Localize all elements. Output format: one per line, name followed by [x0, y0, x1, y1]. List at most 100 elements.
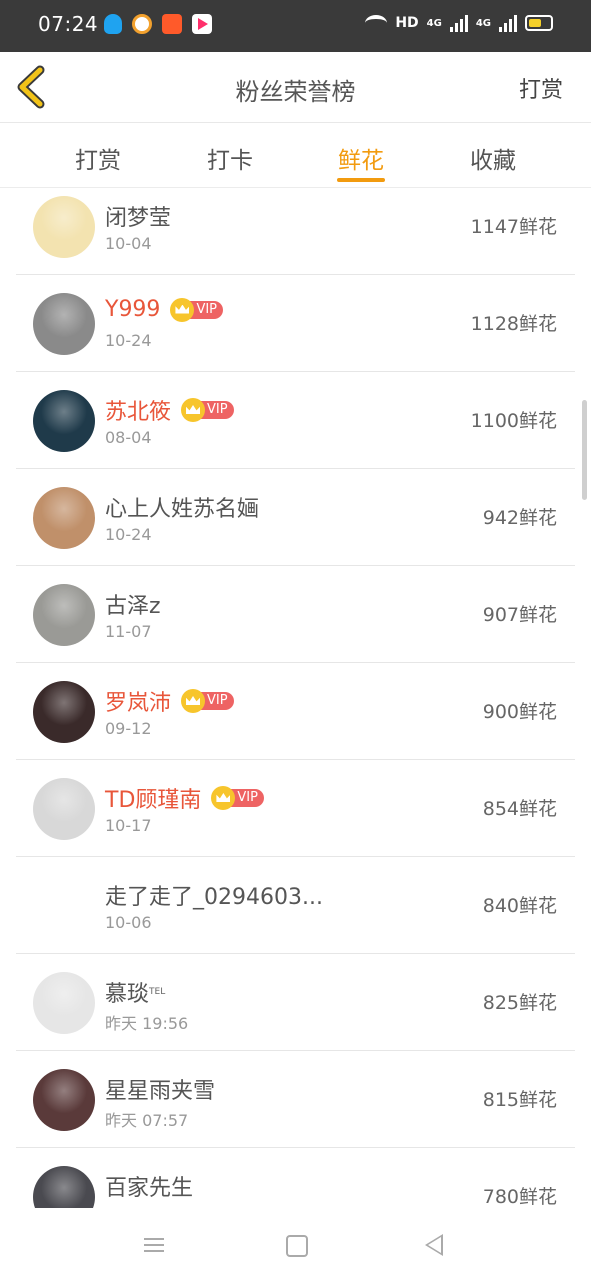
system-indicators: HD 4G 4G	[365, 14, 553, 32]
qq-icon	[104, 14, 122, 34]
date-label: 09-12	[105, 719, 152, 738]
date-label: 08-04	[105, 428, 152, 447]
list-item[interactable]: TD顾瑾南 VIP 10-17 854鲜花	[16, 760, 575, 857]
tab-favorites[interactable]: 收藏	[453, 141, 533, 175]
page-title: 粉丝荣誉榜	[235, 78, 356, 106]
avatar[interactable]	[33, 972, 95, 1034]
vip-badge: VIP	[170, 297, 224, 322]
name-line: 心上人姓苏名婳	[105, 491, 259, 523]
avatar[interactable]	[33, 1069, 95, 1131]
list-item[interactable]: 走了走了_0294603... 10-06 840鲜花	[16, 857, 575, 954]
notification-icons	[104, 14, 212, 34]
tab-flowers[interactable]: 鲜花	[321, 141, 401, 175]
user-name[interactable]: 星星雨夹雪	[105, 1073, 215, 1105]
avatar[interactable]	[33, 293, 95, 355]
crown-icon	[181, 689, 206, 713]
scrollbar[interactable]	[582, 400, 587, 500]
user-name[interactable]: Y999	[105, 297, 160, 322]
wifi-icon	[365, 15, 388, 31]
user-name[interactable]: 闭梦莹	[105, 200, 171, 232]
signal-icon-2	[499, 14, 517, 32]
flower-count: 907鲜花	[482, 604, 557, 626]
name-superscript: TEL	[149, 987, 166, 997]
name-line: 闭梦莹	[105, 200, 171, 232]
name-line: TD顾瑾南 VIP	[105, 782, 264, 814]
list-item[interactable]: 星星雨夹雪昨天 07:57 815鲜花	[16, 1051, 575, 1148]
battery-icon	[525, 15, 553, 31]
flower-count: 900鲜花	[482, 701, 557, 723]
menu-icon[interactable]	[144, 1238, 164, 1252]
user-name[interactable]: 罗岚沛	[105, 685, 171, 717]
name-line: 罗岚沛 VIP	[105, 685, 234, 717]
flower-count: 1147鲜花	[470, 216, 557, 238]
flower-count: 780鲜花	[482, 1186, 557, 1208]
system-nav-bar	[0, 1208, 591, 1280]
user-name[interactable]: 走了走了_0294603...	[105, 879, 323, 911]
tab-checkin[interactable]: 打卡	[190, 141, 270, 175]
back-triangle-icon[interactable]	[425, 1234, 443, 1256]
crown-icon	[170, 297, 195, 322]
avatar[interactable]	[33, 1166, 95, 1208]
flower-count: 815鲜花	[482, 1089, 557, 1111]
date-label: 10-06	[105, 913, 152, 932]
flower-count: 840鲜花	[482, 895, 557, 917]
list-item[interactable]: 苏北筱 VIP 08-04 1100鲜花	[16, 372, 575, 469]
name-line: 百家先生	[105, 1170, 193, 1202]
name-line: 苏北筱 VIP	[105, 394, 234, 426]
name-line: 星星雨夹雪	[105, 1073, 215, 1105]
flower-count: 854鲜花	[482, 798, 557, 820]
date-label: 10-24	[105, 525, 152, 544]
avatar[interactable]	[33, 584, 95, 646]
app-header: 粉丝荣誉榜 打赏	[0, 52, 591, 123]
home-icon[interactable]	[286, 1235, 308, 1257]
date-label: 昨天 07:57	[105, 1111, 189, 1130]
tab-bar: 打赏 打卡 鲜花 收藏	[0, 123, 591, 188]
list-item[interactable]: 闭梦莹 10-04 1147鲜花	[16, 188, 575, 275]
user-name[interactable]: 百家先生	[105, 1170, 193, 1202]
date-label: 10-17	[105, 816, 152, 835]
name-line: 慕琰 TEL	[105, 976, 165, 1008]
user-name[interactable]: 心上人姓苏名婳	[105, 491, 259, 523]
list-item[interactable]: 古泽z 11-07 907鲜花	[16, 566, 575, 663]
avatar[interactable]	[33, 681, 95, 743]
date-label: 昨天 19:56	[105, 1014, 189, 1033]
avatar[interactable]	[33, 196, 95, 258]
flower-count: 825鲜花	[482, 992, 557, 1014]
app-notification-icon	[162, 14, 182, 34]
list-item[interactable]: 慕琰 TEL 昨天 19:56 825鲜花	[16, 954, 575, 1051]
tab-reward[interactable]: 打赏	[58, 141, 138, 175]
active-tab-indicator	[337, 178, 385, 182]
user-name[interactable]: TD顾瑾南	[105, 782, 201, 814]
status-bar: 07:24 HD 4G 4G	[0, 0, 591, 52]
date-label: 10-24	[105, 331, 152, 350]
browser-icon	[132, 14, 152, 34]
fan-ranking-list: 闭梦莹 10-04 1147鲜花 Y999 VIP 10-24 1128鲜花 苏北筱 VIP 08…	[0, 188, 591, 1208]
avatar[interactable]	[33, 875, 95, 937]
list-item[interactable]: 心上人姓苏名婳 10-24 942鲜花	[16, 469, 575, 566]
flower-count: 942鲜花	[482, 507, 557, 529]
crown-icon	[181, 398, 206, 422]
status-time: 07:24	[38, 12, 99, 36]
flower-count: 1100鲜花	[470, 410, 557, 432]
list-item[interactable]: 百家先生 780鲜花	[16, 1148, 575, 1208]
avatar[interactable]	[33, 390, 95, 452]
reward-button[interactable]: 打赏	[519, 72, 563, 104]
network-label-2: 4G	[475, 17, 491, 29]
user-name[interactable]: 苏北筱	[105, 394, 171, 426]
list-item[interactable]: 罗岚沛 VIP 09-12 900鲜花	[16, 663, 575, 760]
list-item[interactable]: Y999 VIP 10-24 1128鲜花	[16, 275, 575, 372]
vip-badge: VIP	[211, 786, 264, 810]
hd-label: HD	[395, 15, 419, 31]
vip-badge: VIP	[181, 689, 234, 713]
name-line: 古泽z	[105, 588, 161, 620]
date-label: 10-04	[105, 234, 152, 253]
signal-icon	[449, 14, 468, 32]
video-app-icon	[192, 14, 212, 34]
network-label-1: 4G	[426, 17, 442, 29]
avatar[interactable]	[33, 778, 95, 840]
name-line: Y999 VIP	[105, 297, 224, 322]
vip-badge: VIP	[181, 398, 234, 422]
user-name[interactable]: 慕琰	[105, 976, 149, 1008]
avatar[interactable]	[33, 487, 95, 549]
user-name[interactable]: 古泽z	[105, 588, 161, 620]
